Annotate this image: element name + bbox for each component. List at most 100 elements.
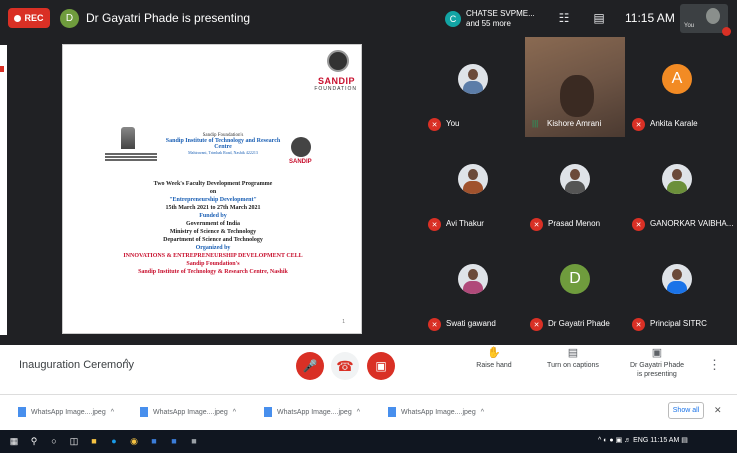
show-all-button[interactable]: Show all: [668, 402, 704, 419]
cortana-icon[interactable]: ○: [48, 435, 60, 447]
participant-avatar: [458, 64, 488, 94]
file-icon: [18, 407, 26, 417]
word-icon[interactable]: ■: [168, 435, 180, 447]
presenting-text: Dr Gayatri Phade is presenting: [86, 11, 251, 25]
download-item[interactable]: WhatsApp Image....jpeg ^: [18, 405, 114, 419]
presenter-avatar: D: [60, 9, 79, 28]
raise-hand-button[interactable]: ✋ Raise hand: [472, 348, 516, 370]
app-icon[interactable]: ■: [148, 435, 160, 447]
participant-avatar: A: [662, 64, 692, 94]
participant-avatar: [458, 164, 488, 194]
edge-icon[interactable]: ●: [108, 435, 120, 447]
participant-name: Ankita Karale: [650, 119, 698, 128]
captions-button[interactable]: ▤ Turn on captions: [540, 347, 606, 370]
page-number: 1: [342, 319, 345, 325]
download-item[interactable]: WhatsApp Image....jpeg ^: [388, 405, 484, 419]
department-text: Department of Science and Technology: [163, 237, 263, 243]
participant-tile[interactable]: ✕ Swati gawand: [423, 237, 523, 337]
search-icon[interactable]: ⚲: [28, 435, 40, 447]
system-tray[interactable]: ^ ◐ ● ▣ ♬ ENG 11:15 AM ▤: [598, 436, 688, 444]
seal-text: SANDIP: [289, 159, 312, 165]
mic-off-icon: 🎤: [302, 359, 318, 373]
clock: 11:15 AM: [625, 11, 675, 25]
leave-call-button[interactable]: ☎: [331, 352, 359, 380]
participant-name: Principal SITRC: [650, 319, 707, 328]
participant-avatar: [662, 264, 692, 294]
chat-icon[interactable]: ▤: [592, 11, 606, 25]
chrome-icon[interactable]: ◉: [128, 435, 140, 447]
participant-name: Swati gawand: [446, 319, 496, 328]
brand-name: SANDIP: [317, 76, 355, 86]
document-body: Two Week's Faculty Development Programme…: [83, 180, 343, 276]
meeting-title[interactable]: Inauguration Ceremony: [19, 359, 134, 371]
funded-by: Funded by: [199, 213, 227, 219]
mic-muted-icon: ✕: [428, 218, 441, 231]
organized-by: Organized by: [195, 245, 231, 251]
self-view[interactable]: You: [680, 4, 731, 36]
downloads-bar: WhatsApp Image....jpeg ^ WhatsApp Image.…: [0, 394, 737, 426]
speaking-icon: |||: [532, 119, 539, 128]
download-name: WhatsApp Image....jpeg: [153, 408, 228, 416]
participant-tile[interactable]: ✕ Principal SITRC: [627, 237, 727, 337]
chevron-up-icon[interactable]: ^: [233, 409, 236, 416]
self-label: You: [684, 23, 695, 29]
download-item[interactable]: WhatsApp Image....jpeg ^: [264, 405, 360, 419]
participant-tile[interactable]: ✕ Avi Thakur: [423, 137, 523, 237]
download-name: WhatsApp Image....jpeg: [31, 408, 106, 416]
present-now-button[interactable]: ▣ Dr Gayatri Phade is presenting: [624, 348, 690, 379]
participants-chip[interactable]: C CHATSE SVPME... and 55 more: [445, 6, 537, 32]
phone-hangup-icon: ☎: [336, 357, 354, 374]
app-icon[interactable]: ■: [188, 435, 200, 447]
close-icon[interactable]: ✕: [714, 405, 722, 416]
participant-tile[interactable]: ||| Kishore Amrani: [525, 37, 625, 137]
brand-sub: FOUNDATION: [314, 86, 357, 92]
mic-muted-icon: ✕: [530, 318, 543, 331]
file-icon: [140, 407, 148, 417]
chevron-up-icon[interactable]: ^: [481, 409, 484, 416]
self-avatar: [706, 8, 720, 24]
participant-tile[interactable]: D ✕ Dr Gayatri Phade: [525, 237, 625, 337]
bottom-controls: Inauguration Ceremony ^ 🎤 ☎ ▣ ✋ Raise ha…: [0, 345, 737, 387]
windows-start-icon[interactable]: ▦: [8, 435, 20, 447]
rec-label: REC: [24, 13, 44, 23]
chevron-up-icon[interactable]: ^: [111, 409, 114, 416]
mic-muted-icon: ✕: [428, 118, 441, 131]
mic-muted-icon: ✕: [428, 318, 441, 331]
chevron-up-icon[interactable]: ^: [124, 358, 129, 369]
participant-name: Prasad Menon: [548, 219, 601, 228]
institute-name: Sandip Institute of Technology and Resea…: [165, 138, 281, 150]
mic-muted-icon: ✕: [632, 218, 645, 231]
top-bar: REC D Dr Gayatri Phade is presenting C C…: [0, 0, 737, 36]
ministry-text: Ministry of Science & Technology: [169, 229, 257, 235]
captions-icon: ▤: [567, 347, 579, 359]
institute-address: Mahiravani, Trimbak Road, Nashik 422213: [188, 150, 258, 155]
participant-tile[interactable]: A ✕ Ankita Karale: [627, 37, 727, 137]
download-name: WhatsApp Image....jpeg: [277, 408, 352, 416]
record-dot-icon: [14, 14, 22, 22]
on-text: on: [209, 189, 217, 195]
more-options-icon[interactable]: ⋮: [708, 357, 721, 373]
camera-off-button[interactable]: ▣: [367, 352, 395, 380]
people-icon[interactable]: ☷: [557, 11, 571, 25]
file-explorer-icon[interactable]: ■: [88, 435, 100, 447]
participant-avatar: D: [560, 264, 590, 294]
task-view-icon[interactable]: ◫: [68, 435, 80, 447]
participant-tile[interactable]: ✕ You: [423, 37, 523, 137]
participant-tile[interactable]: ✕ GANORKAR VAIBHA...: [627, 137, 733, 237]
download-name: WhatsApp Image....jpeg: [401, 408, 476, 416]
muted-indicator-icon: [722, 27, 731, 36]
dates-text: 15th March 2021 to 27th March 2021: [165, 205, 261, 211]
participant-tile[interactable]: ✕ Prasad Menon: [525, 137, 625, 237]
mic-off-button[interactable]: 🎤: [296, 352, 324, 380]
windows-taskbar: ▦ ⚲ ○ ◫ ■ ● ◉ ■ ■ ■ ^ ◐ ● ▣ ♬ ENG 11:15 …: [0, 430, 737, 453]
institute-full: Sandip Institute of Technology & Researc…: [138, 269, 288, 275]
foundation-text: Sandip Foundation's: [186, 261, 240, 267]
mic-muted-icon: ✕: [632, 118, 645, 131]
video-feed: [560, 75, 594, 117]
captions-label: Turn on captions: [547, 362, 599, 369]
chevron-up-icon[interactable]: ^: [357, 409, 360, 416]
sandip-seal-icon: [291, 137, 311, 157]
participant-avatar: C: [445, 11, 461, 27]
download-item[interactable]: WhatsApp Image....jpeg ^: [140, 405, 236, 419]
programme-title: Two Week's Faculty Development Programme: [153, 181, 273, 187]
